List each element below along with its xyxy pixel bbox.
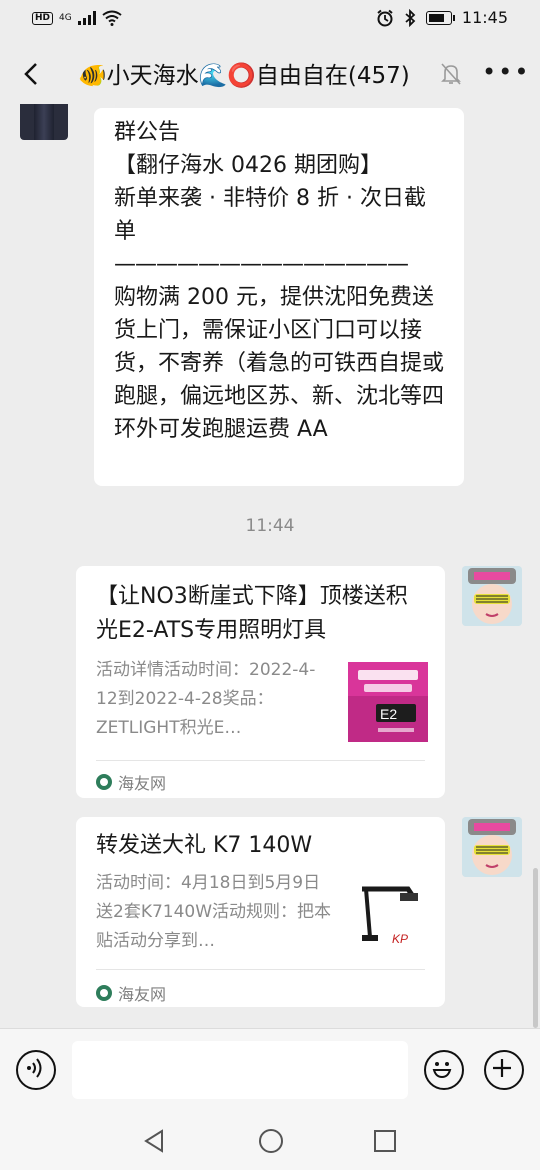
my-avatar[interactable]: [462, 566, 522, 626]
status-right: 11:45: [376, 8, 508, 27]
card-thumbnail: E2: [348, 662, 428, 742]
message-input[interactable]: [72, 1041, 408, 1099]
card-source: 海友网: [96, 770, 166, 794]
status-bar: HD 4G 11:45: [0, 0, 540, 38]
card-source-label: 海友网: [118, 985, 167, 1004]
wifi-icon: [102, 10, 122, 26]
thumb-brand-text: KP: [392, 932, 408, 946]
card-description: 活动详情活动时间：2022-4-12到2022-4-28奖品：ZETLIGHT积…: [96, 660, 316, 738]
mute-bell-icon: [441, 63, 461, 85]
back-icon[interactable]: [18, 54, 46, 94]
announcement-body: 购物满 200 元，提供沈阳免费送货上门，需保证小区门口可以接货，不寄养（着急的…: [114, 285, 445, 442]
chat-header: 🐠小天海水🌊⭕自由自在(457) •••: [0, 42, 540, 106]
announcement-line1: 【翻仔海水 0426 期团购】: [114, 153, 382, 178]
card-divider: [96, 760, 425, 761]
system-nav-bar: [0, 1114, 540, 1170]
card-title: 【让NO3断崖式下降】顶楼送积光E2-ATS专用照明灯具: [96, 584, 408, 643]
card-source-label: 海友网: [118, 774, 167, 793]
input-bar: [0, 1028, 540, 1115]
my-avatar[interactable]: [462, 817, 522, 877]
card-title: 转发送大礼 K7 140W: [96, 833, 313, 858]
announcement-line2: 新单来袭 · 非特价 8 折 · 次日截单: [114, 186, 426, 244]
status-time: 11:45: [461, 8, 508, 27]
message-timestamp: 11:44: [245, 516, 295, 536]
voice-button[interactable]: [16, 1050, 56, 1090]
nav-home-icon[interactable]: [258, 1128, 284, 1154]
source-icon: [96, 774, 112, 790]
emoji-button[interactable]: [424, 1050, 464, 1090]
plus-button[interactable]: [484, 1050, 524, 1090]
nav-back-icon[interactable]: [142, 1128, 166, 1154]
avatar-face-icon: [462, 817, 522, 877]
plus-icon: [492, 1058, 511, 1077]
link-card[interactable]: 【让NO3断崖式下降】顶楼送积光E2-ATS专用照明灯具 活动详情活动时间：20…: [76, 566, 445, 798]
more-icon[interactable]: •••: [482, 58, 530, 86]
announcement-divider: ——————————————: [114, 252, 409, 277]
scrollbar[interactable]: [533, 868, 538, 1028]
avatar-face-icon: [462, 566, 522, 626]
hd-badge: HD: [32, 11, 54, 25]
signal-icon: [77, 11, 96, 25]
alarm-icon: [377, 9, 393, 26]
nav-recents-icon[interactable]: [373, 1129, 397, 1153]
card-source: 海友网: [96, 981, 166, 1005]
voice-icon: [26, 1057, 41, 1078]
status-left: HD 4G: [32, 10, 122, 26]
battery-icon: [425, 10, 455, 25]
link-card[interactable]: 转发送大礼 K7 140W 活动时间：4月18日到5月9日送2套K7140W活动…: [76, 817, 445, 1007]
bluetooth-icon: [405, 8, 416, 27]
card-thumbnail: KP: [348, 877, 428, 957]
chat-title[interactable]: 🐠小天海水🌊⭕自由自在(457): [78, 56, 410, 90]
source-icon: [96, 985, 112, 1001]
announcement-heading: 群公告: [114, 120, 181, 145]
thumb-badge-text: E2: [380, 706, 397, 722]
card-divider: [96, 969, 425, 970]
network-type: 4G: [59, 13, 72, 23]
emoji-icon: [432, 1061, 451, 1078]
card-description: 活动时间：4月18日到5月9日送2套K7140W活动规则：把本贴活动分享到…: [96, 873, 332, 951]
sender-avatar[interactable]: [20, 104, 68, 140]
announcement-bubble[interactable]: 群公告 【翻仔海水 0426 期团购】 新单来袭 · 非特价 8 折 · 次日截…: [94, 108, 464, 486]
